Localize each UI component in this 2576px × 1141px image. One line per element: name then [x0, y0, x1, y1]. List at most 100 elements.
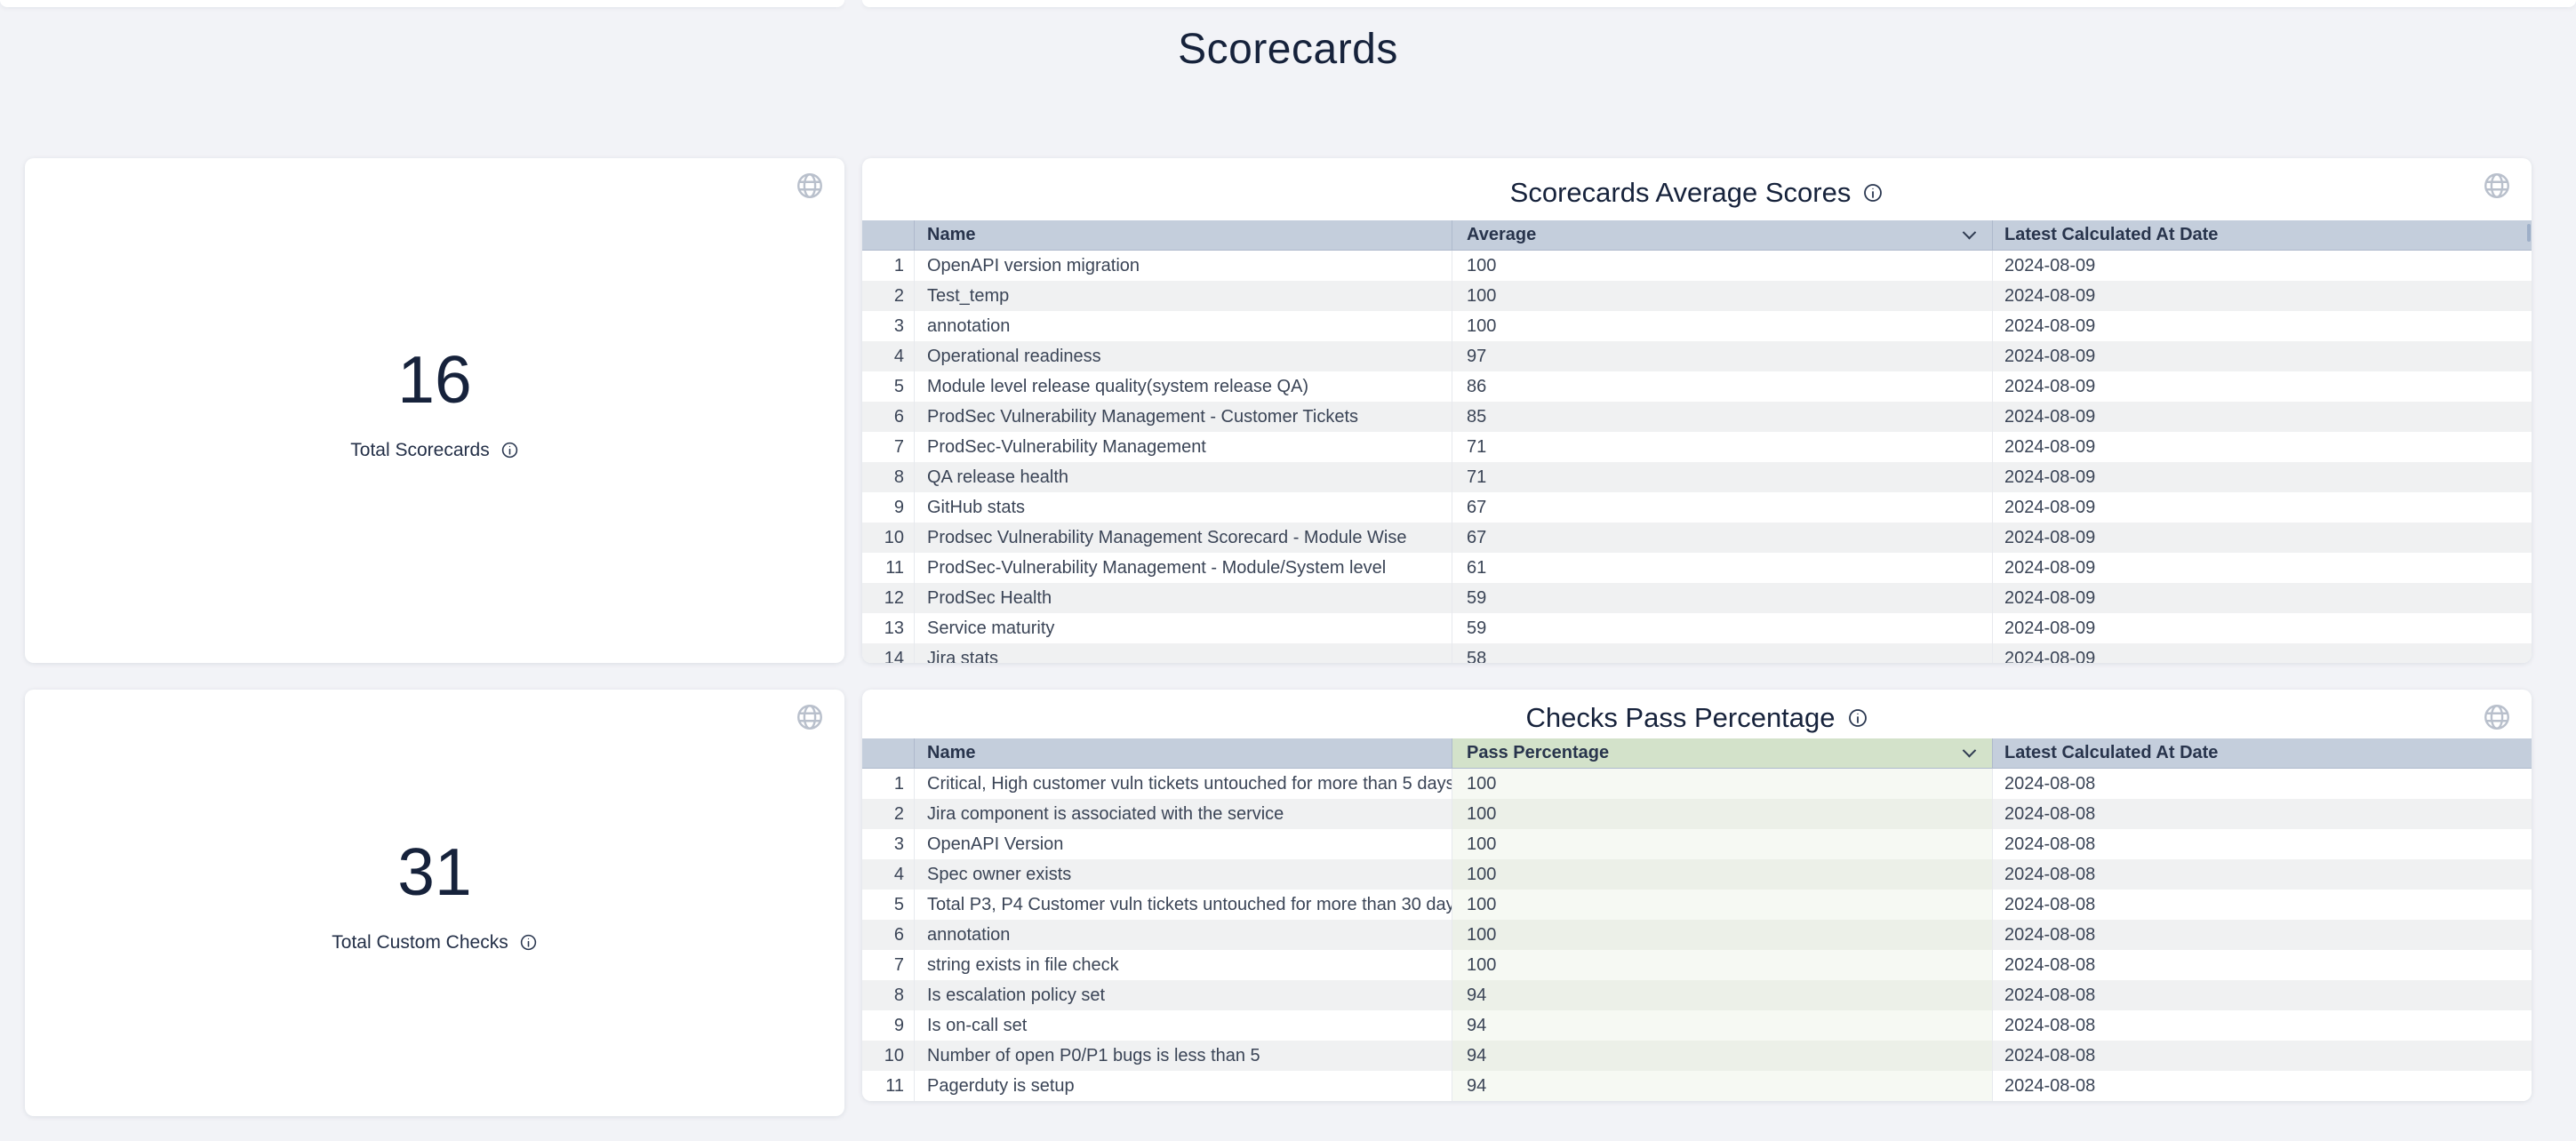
table-row[interactable]: 14Jira stats582024-08-09: [862, 643, 2532, 663]
table-cell: QA release health: [914, 462, 1452, 492]
column-header-latest-calculated-at-date[interactable]: Latest Calculated At Date: [1992, 220, 2532, 250]
row-index-cell: 4: [862, 341, 914, 371]
table-row[interactable]: 6annotation1002024-08-08: [862, 920, 2532, 950]
table-header-row: Name Average Latest Calculated At Date: [862, 220, 2532, 251]
table-cell: 59: [1452, 613, 1992, 643]
table-row[interactable]: 7string exists in file check1002024-08-0…: [862, 950, 2532, 980]
table-row[interactable]: 11Pagerduty is setup942024-08-08: [862, 1071, 2532, 1101]
table-row[interactable]: 7ProdSec-Vulnerability Management712024-…: [862, 432, 2532, 462]
scorecards-average-scores-table: Name Average Latest Calculated At Date1Ope…: [862, 220, 2532, 663]
info-icon[interactable]: [1862, 182, 1884, 203]
table-cell: Module level release quality(system rele…: [914, 371, 1452, 402]
checks-pass-percentage-widget: Checks Pass Percentage NamePass Percenta…: [862, 690, 2532, 1101]
table-row[interactable]: 1OpenAPI version migration1002024-08-09: [862, 251, 2532, 281]
row-index-cell: 8: [862, 462, 914, 492]
column-header-label: Latest Calculated At Date: [2004, 743, 2218, 763]
total-custom-checks-widget: 31 Total Custom Checks: [25, 690, 844, 1116]
table-cell: ProdSec Health: [914, 583, 1452, 613]
table-cell: 2024-08-09: [1992, 643, 2532, 663]
table-row[interactable]: 4Spec owner exists1002024-08-08: [862, 859, 2532, 890]
row-index-cell: 12: [862, 583, 914, 613]
table-cell: 2024-08-09: [1992, 281, 2532, 311]
stat-label: Total Custom Checks: [332, 932, 508, 953]
column-header-average[interactable]: Average: [1452, 220, 1992, 250]
table-cell: 94: [1452, 1071, 1992, 1101]
table-cell: 100: [1452, 251, 1992, 281]
table-row[interactable]: 8Is escalation policy set942024-08-08: [862, 980, 2532, 1010]
table-row[interactable]: 9GitHub stats672024-08-09: [862, 492, 2532, 523]
table-cell: ProdSec-Vulnerability Management - Modul…: [914, 553, 1452, 583]
table-cell: Operational readiness: [914, 341, 1452, 371]
table-row[interactable]: 1Critical, High customer vuln tickets un…: [862, 769, 2532, 799]
column-header-name[interactable]: Name: [914, 738, 1452, 768]
table-cell: 100: [1452, 890, 1992, 920]
chevron-down-icon[interactable]: [1963, 226, 1977, 240]
table-cell: 100: [1452, 920, 1992, 950]
info-icon[interactable]: [519, 933, 538, 952]
table-cell: 100: [1452, 829, 1992, 859]
scorecards-average-scores-widget: Scorecards Average Scores NameAverageLat…: [862, 158, 2532, 663]
row-index-cell: 6: [862, 402, 914, 432]
row-index-cell: 3: [862, 311, 914, 341]
table-cell: 2024-08-09: [1992, 492, 2532, 523]
stat-value: 31: [397, 839, 471, 906]
table-cell: 67: [1452, 523, 1992, 553]
table-row[interactable]: 13Service maturity592024-08-09: [862, 613, 2532, 643]
checks-pass-percentage-table: NamePass Percentage Latest Calculated At …: [862, 738, 2532, 1101]
table-row[interactable]: 10Number of open P0/P1 bugs is less than…: [862, 1041, 2532, 1071]
chevron-down-icon[interactable]: [1963, 744, 1977, 758]
table-row[interactable]: 12ProdSec Health592024-08-09: [862, 583, 2532, 613]
table-cell: 71: [1452, 462, 1992, 492]
info-icon[interactable]: [1847, 707, 1868, 729]
column-header-latest-calculated-at-date[interactable]: Latest Calculated At Date: [1992, 738, 2532, 768]
table-cell: Service maturity: [914, 613, 1452, 643]
info-icon[interactable]: [500, 441, 519, 459]
row-index-cell: 10: [862, 523, 914, 553]
table-row[interactable]: 3annotation1002024-08-09: [862, 311, 2532, 341]
table-row[interactable]: 2Jira component is associated with the s…: [862, 799, 2532, 829]
table-cell: 2024-08-08: [1992, 859, 2532, 890]
column-header-index: [862, 738, 914, 768]
table-cell: Spec owner exists: [914, 859, 1452, 890]
table-cell: 2024-08-09: [1992, 432, 2532, 462]
column-header-label: Average: [1467, 225, 1536, 245]
row-index-cell: 2: [862, 281, 914, 311]
table-cell: 2024-08-09: [1992, 251, 2532, 281]
table-cell: 71: [1452, 432, 1992, 462]
table-row[interactable]: 4Operational readiness972024-08-09: [862, 341, 2532, 371]
table-row[interactable]: 2Test_temp1002024-08-09: [862, 281, 2532, 311]
clipped-widget-above-right: [862, 0, 2576, 7]
table-cell: 2024-08-09: [1992, 371, 2532, 402]
table-cell: 2024-08-09: [1992, 553, 2532, 583]
page-title: Scorecards: [0, 25, 2576, 74]
table-row[interactable]: 3OpenAPI Version1002024-08-08: [862, 829, 2532, 859]
table-cell: 100: [1452, 311, 1992, 341]
table-cell: ProdSec-Vulnerability Management: [914, 432, 1452, 462]
row-index-cell: 8: [862, 980, 914, 1010]
table-row[interactable]: 9Is on-call set942024-08-08: [862, 1010, 2532, 1041]
table-row[interactable]: 6ProdSec Vulnerability Management - Cust…: [862, 402, 2532, 432]
table-cell: Jira stats: [914, 643, 1452, 663]
table-cell: 2024-08-08: [1992, 920, 2532, 950]
table-cell: OpenAPI Version: [914, 829, 1452, 859]
stat-label: Total Scorecards: [350, 440, 489, 461]
row-index-cell: 9: [862, 1010, 914, 1041]
table-cell: OpenAPI version migration: [914, 251, 1452, 281]
table-cell: 97: [1452, 341, 1992, 371]
table-cell: 100: [1452, 769, 1992, 799]
row-index-cell: 11: [862, 553, 914, 583]
table-cell: 61: [1452, 553, 1992, 583]
stat-value: 16: [397, 347, 471, 413]
table-cell: 2024-08-09: [1992, 583, 2532, 613]
column-header-name[interactable]: Name: [914, 220, 1452, 250]
table-row[interactable]: 11ProdSec-Vulnerability Management - Mod…: [862, 553, 2532, 583]
column-header-pass-percentage[interactable]: Pass Percentage: [1452, 738, 1992, 768]
table-row[interactable]: 5Total P3, P4 Customer vuln tickets unto…: [862, 890, 2532, 920]
row-index-cell: 11: [862, 1071, 914, 1101]
table-scrollbar[interactable]: [2527, 224, 2531, 242]
table-row[interactable]: 10Prodsec Vulnerability Management Score…: [862, 523, 2532, 553]
table-cell: 2024-08-08: [1992, 980, 2532, 1010]
table-row[interactable]: 5Module level release quality(system rel…: [862, 371, 2532, 402]
table-cell: 2024-08-08: [1992, 1041, 2532, 1071]
table-row[interactable]: 8QA release health712024-08-09: [862, 462, 2532, 492]
